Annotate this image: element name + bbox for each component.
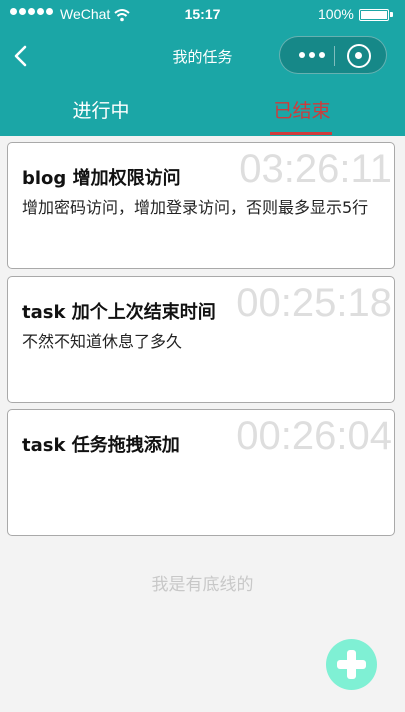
task-card[interactable]: 00:25:18 task 加个上次结束时间 不然不知道休息了多久 — [7, 276, 395, 403]
battery-percent: 100% — [318, 6, 354, 22]
battery-icon — [359, 9, 393, 21]
nav-bar: 我的任务 — [0, 30, 405, 82]
task-title: task 加个上次结束时间 — [22, 302, 216, 323]
tab-bar: 进行中 已结束 — [0, 82, 405, 136]
end-of-list-text: 我是有底线的 — [151, 575, 254, 595]
task-title: task 任务拖拽添加 — [22, 435, 180, 456]
more-dots-icon[interactable] — [292, 37, 332, 73]
capsule-divider — [334, 46, 335, 66]
status-bar: WeChat 15:17 100% — [0, 0, 405, 30]
tab-ongoing[interactable]: 进行中 — [70, 96, 132, 123]
task-description: 增加密码访问，增加登录访问，否则最多显示5行 — [22, 198, 369, 217]
tab-finished[interactable]: 已结束 — [271, 96, 333, 123]
active-tab-indicator — [270, 132, 332, 135]
task-timer: 00:25:18 — [236, 281, 392, 325]
task-title: blog 增加权限访问 — [22, 168, 181, 189]
task-timer: 00:26:04 — [236, 414, 392, 458]
mini-program-capsule — [279, 36, 387, 74]
add-task-button[interactable] — [326, 639, 377, 690]
close-target-icon[interactable] — [347, 44, 371, 68]
task-card[interactable]: 03:26:11 blog 增加权限访问 增加密码访问，增加登录访问，否则最多显… — [7, 142, 395, 269]
task-description: 不然不知道休息了多久 — [22, 332, 183, 351]
task-card[interactable]: 00:26:04 task 任务拖拽添加 — [7, 409, 395, 536]
task-timer: 03:26:11 — [239, 147, 392, 191]
